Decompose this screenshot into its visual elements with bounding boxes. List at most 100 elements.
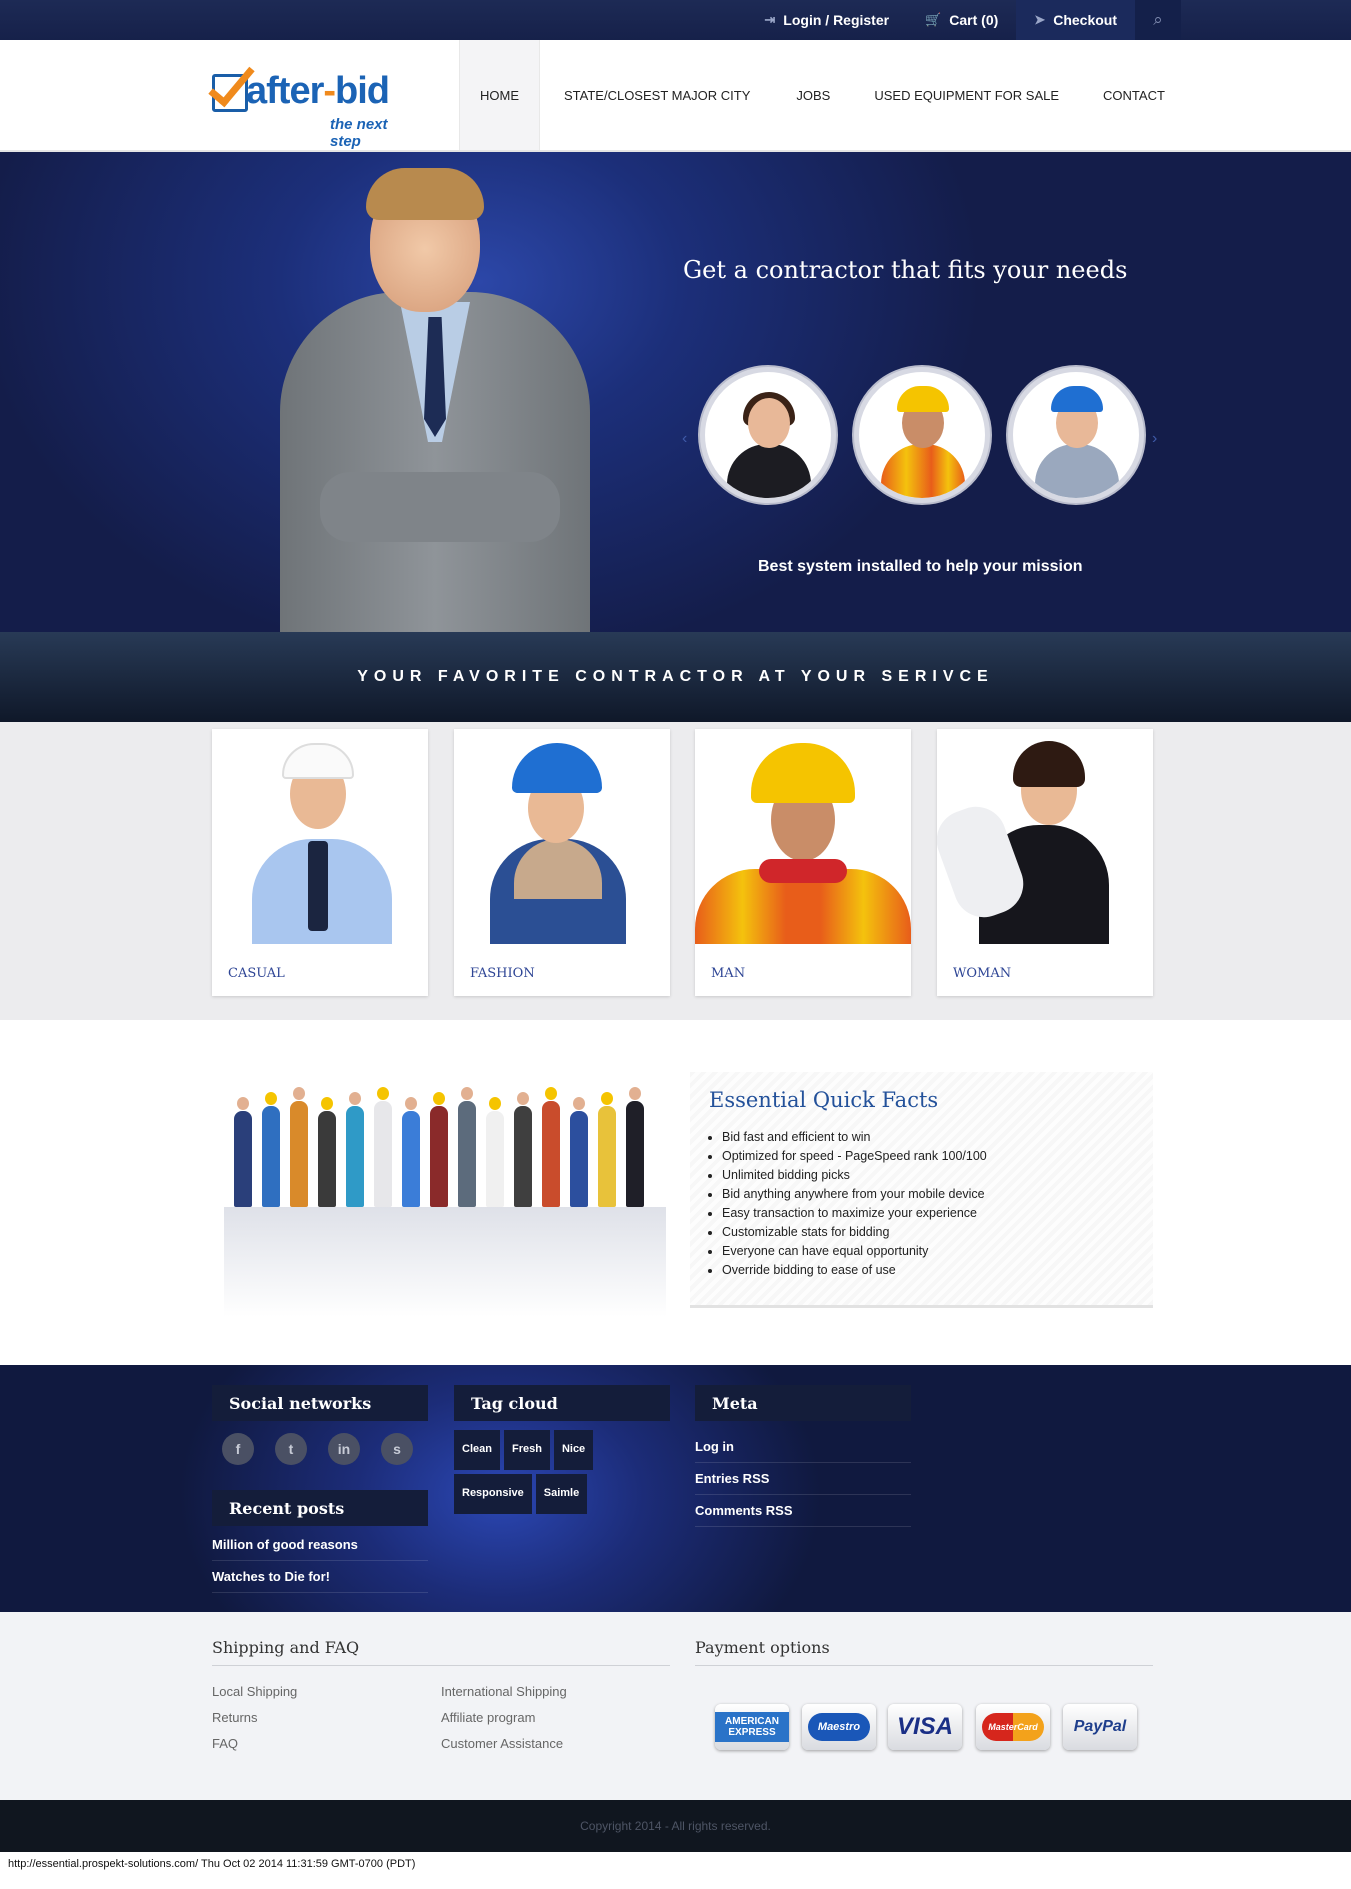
category-label: CASUAL: [228, 966, 285, 981]
crowd-figure-head: [321, 1097, 333, 1110]
hero-businessman-image: [280, 168, 590, 632]
crowd-figure-head: [433, 1092, 445, 1105]
top-bar: ⇥ Login / Register 🛒 Cart (0) ➤ Checkout…: [0, 0, 1351, 40]
site-header: after-bid the next step HOME STATE/CLOSE…: [0, 40, 1351, 152]
category-image-woman: [937, 729, 1153, 944]
list-item: Bid fast and efficient to win: [722, 1128, 987, 1147]
meta-link[interactable]: Entries RSS: [695, 1471, 911, 1495]
hero-thumbnails: [700, 367, 1144, 503]
crowd-figure: [318, 1111, 336, 1207]
copyright-text: Copyright 2014 - All rights reserved.: [580, 1819, 771, 1833]
category-section: CASUAL FASHION MAN WOMAN: [0, 722, 1351, 1020]
crowd-figure-head: [573, 1097, 585, 1110]
checkout-link[interactable]: ➤ Checkout: [1016, 0, 1135, 40]
crowd-figure: [374, 1101, 392, 1207]
crowd-figure: [346, 1106, 364, 1207]
paypal-card-icon: PayPal: [1063, 1704, 1137, 1750]
facebook-icon[interactable]: f: [222, 1433, 254, 1465]
shipping-link[interactable]: Customer Assistance: [441, 1736, 563, 1751]
tag-link[interactable]: Clean: [454, 1430, 500, 1470]
main-nav: HOME STATE/CLOSEST MAJOR CITY JOBS USED …: [459, 40, 1187, 150]
login-register-label: Login / Register: [783, 12, 890, 28]
crowd-figure-head: [237, 1097, 249, 1110]
copyright-bar: Copyright 2014 - All rights reserved.: [0, 1800, 1351, 1852]
cart-label: Cart (0): [949, 12, 999, 28]
search-icon[interactable]: ⌕: [1135, 0, 1181, 40]
category-card-casual[interactable]: CASUAL: [212, 729, 428, 996]
crowd-figure: [430, 1106, 448, 1207]
hero-thumb-worker-man[interactable]: [854, 367, 990, 503]
shipping-link[interactable]: Local Shipping: [212, 1684, 297, 1699]
crowd-figure-head: [377, 1087, 389, 1100]
social-icons: f t in s: [222, 1433, 413, 1465]
cart-icon: 🛒: [925, 12, 942, 27]
workers-group-image: [224, 1087, 666, 1317]
slider-next-icon[interactable]: ›: [1152, 430, 1157, 448]
list-item: Customizable stats for bidding: [722, 1223, 987, 1242]
payment-title: Payment options: [695, 1638, 1153, 1666]
list-item: Easy transaction to maximize your experi…: [722, 1204, 987, 1223]
slider-prev-icon[interactable]: ‹: [682, 430, 687, 448]
recent-post-link[interactable]: Million of good reasons: [212, 1537, 428, 1561]
shipping-link[interactable]: FAQ: [212, 1736, 238, 1751]
crowd-figure-head: [405, 1097, 417, 1110]
category-card-woman[interactable]: WOMAN: [937, 729, 1153, 996]
crowd-figure-head: [293, 1087, 305, 1100]
tag-link[interactable]: Nice: [553, 1430, 594, 1470]
crowd-figure-head: [489, 1097, 501, 1110]
category-image-man: [695, 729, 911, 944]
crowd-figure: [458, 1101, 476, 1207]
shipping-link[interactable]: Returns: [212, 1710, 258, 1725]
site-logo[interactable]: after-bid the next step: [212, 56, 422, 150]
crowd-figure: [262, 1106, 280, 1207]
crowd-figure-head: [629, 1087, 641, 1100]
meta-link[interactable]: Comments RSS: [695, 1503, 911, 1527]
tag-cloud-title: Tag cloud: [454, 1385, 670, 1421]
crowd-figure: [570, 1111, 588, 1207]
recent-post-link[interactable]: Watches to Die for!: [212, 1569, 428, 1593]
crowd-figure-head: [601, 1092, 613, 1105]
login-icon: ⇥: [764, 12, 776, 27]
list-item: Bid anything anywhere from your mobile d…: [722, 1185, 987, 1204]
hero-thumb-worker-woman[interactable]: [1008, 367, 1144, 503]
nav-home[interactable]: HOME: [459, 40, 540, 150]
checkout-label: Checkout: [1053, 12, 1117, 28]
shipping-link[interactable]: Affiliate program: [441, 1710, 535, 1725]
quick-facts-list: Bid fast and efficient to win Optimized …: [722, 1128, 987, 1280]
tag-link[interactable]: Fresh: [503, 1430, 550, 1470]
amex-card-icon: AMERICAN EXPRESS: [715, 1704, 789, 1750]
quick-facts-box: Essential Quick Facts Bid fast and effic…: [690, 1072, 1153, 1308]
nav-contact[interactable]: CONTACT: [1081, 40, 1187, 150]
category-card-fashion[interactable]: FASHION: [454, 729, 670, 996]
category-label: FASHION: [470, 966, 535, 981]
meta-link[interactable]: Log in: [695, 1439, 911, 1463]
recent-posts-title: Recent posts: [212, 1490, 428, 1526]
crowd-figure: [402, 1111, 420, 1207]
twitter-icon[interactable]: t: [275, 1433, 307, 1465]
crowd-figure-head: [265, 1092, 277, 1105]
tag-link[interactable]: Saimle: [535, 1474, 588, 1514]
skype-icon[interactable]: s: [381, 1433, 413, 1465]
mastercard-icon: MasterCard: [976, 1704, 1050, 1750]
crowd-figure: [514, 1106, 532, 1207]
category-card-man[interactable]: MAN: [695, 729, 911, 996]
shipping-link[interactable]: International Shipping: [441, 1684, 567, 1699]
linkedin-icon[interactable]: in: [328, 1433, 360, 1465]
nav-jobs[interactable]: JOBS: [774, 40, 852, 150]
list-item: Everyone can have equal opportunity: [722, 1242, 987, 1261]
nav-used-equipment[interactable]: USED EQUIPMENT FOR SALE: [852, 40, 1081, 150]
tagline-strip: YOUR FAVORITE CONTRACTOR AT YOUR SERIVCE: [0, 632, 1351, 722]
nav-state-city[interactable]: STATE/CLOSEST MAJOR CITY: [540, 40, 774, 150]
crowd-figure: [234, 1111, 252, 1207]
hero-thumb-businesswoman[interactable]: [700, 367, 836, 503]
tag-cloud: Clean Fresh Nice Responsive Saimle: [454, 1430, 670, 1514]
tagline-text: YOUR FAVORITE CONTRACTOR AT YOUR SERIVCE: [357, 668, 994, 685]
visa-card-icon: VISA: [888, 1704, 962, 1750]
crowd-figure-head: [349, 1092, 361, 1105]
tag-link[interactable]: Responsive: [454, 1474, 532, 1514]
category-label: MAN: [711, 966, 746, 981]
login-register-link[interactable]: ⇥ Login / Register: [746, 0, 907, 40]
crowd-figure: [626, 1101, 644, 1207]
cart-link[interactable]: 🛒 Cart (0): [907, 0, 1016, 40]
category-image-fashion: [454, 729, 670, 944]
